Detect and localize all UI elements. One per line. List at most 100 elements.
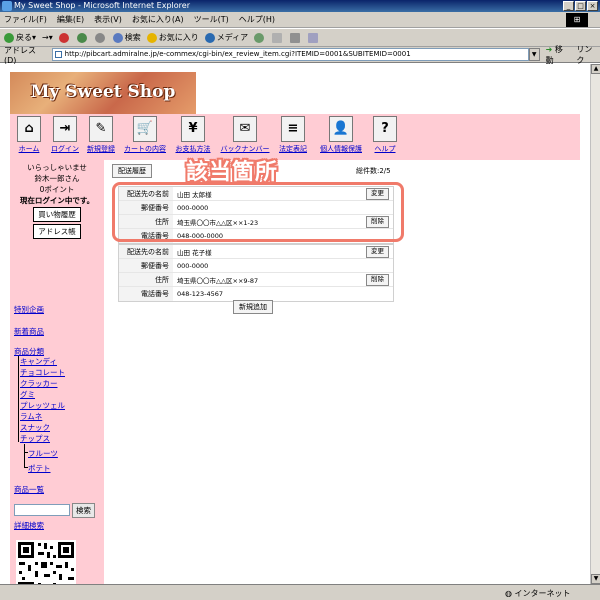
print-icon[interactable]	[290, 32, 302, 43]
nav-home[interactable]: ⌂ ホーム	[14, 116, 44, 154]
go-button[interactable]: ➜ 移動	[546, 44, 571, 66]
edit-icon[interactable]	[308, 32, 320, 43]
nav-login[interactable]: ⇥ ログイン	[48, 116, 82, 154]
home-icon: ⌂	[17, 116, 41, 142]
category-chocolate[interactable]: チョコレート	[20, 367, 65, 378]
home-icon	[94, 32, 105, 43]
close-button[interactable]: ×	[587, 1, 598, 11]
scroll-up-icon[interactable]: ▲	[591, 64, 600, 74]
entry-zip-value: 000-0000	[177, 261, 209, 270]
forward-button[interactable]: → ▾	[42, 33, 53, 42]
home-button[interactable]	[94, 32, 107, 43]
main-navigation: ⌂ ホーム ⇥ ログイン ✎ 新規登録 🛒 カートの内容 ¥ お支払方法 ✉ バックナンバー…	[10, 114, 580, 160]
highlight-box	[112, 182, 404, 242]
go-arrow-icon: ➜	[545, 44, 553, 54]
category-cracker[interactable]: クラッカー	[20, 378, 58, 389]
special-link[interactable]: 特別企画	[14, 304, 44, 315]
address-entry-2: 配送先の名前 山田 花子様 変更 郵便番号 000-0000 住所 埼玉県〇〇市△△区×…	[118, 244, 394, 302]
vertical-scrollbar[interactable]: ▲ ▼	[590, 64, 600, 584]
purchase-history-button[interactable]: 買い物履歴	[33, 207, 81, 222]
back-button[interactable]: 戻る ▾	[4, 32, 36, 43]
refresh-icon	[76, 32, 87, 43]
media-button[interactable]: メディア	[204, 32, 248, 43]
address-book-button[interactable]: アドレス帳	[33, 224, 81, 239]
entry-address-row: 住所 埼玉県〇〇市△△区××9-87 削除	[119, 273, 393, 287]
window-titlebar: My Sweet Shop - Microsoft Internet Explo…	[0, 0, 600, 12]
address-dropdown-button[interactable]: ▼	[528, 48, 540, 61]
advanced-search-link[interactable]: 詳細検索	[14, 520, 44, 531]
back-arrow-icon	[4, 32, 14, 43]
category-candy[interactable]: キャンディ	[20, 356, 57, 367]
points-text: 0ポイント	[39, 185, 75, 194]
search-input[interactable]	[14, 504, 70, 516]
document-icon: ≡	[281, 116, 305, 142]
edit-button[interactable]: 変更	[366, 246, 389, 258]
nav-legal[interactable]: ≡ 法定表記	[276, 116, 310, 154]
entry-address-value: 埼玉県〇〇市△△区××9-87	[177, 276, 259, 285]
new-items-link[interactable]: 新着商品	[14, 326, 44, 337]
security-zone: ◍ インターネット	[505, 589, 571, 598]
subcategory-fruit[interactable]: フルーツ	[28, 448, 58, 459]
subcategory-potato[interactable]: ポテト	[28, 463, 51, 474]
category-snack[interactable]: スナック	[20, 422, 50, 433]
menu-edit[interactable]: 編集(E)	[57, 14, 84, 25]
search-button[interactable]: 検索	[72, 503, 95, 518]
entry-phone-value: 048-123-4567	[177, 290, 224, 298]
menu-help[interactable]: ヘルプ(H)	[239, 14, 275, 25]
entry-zip-row: 郵便番号 000-0000	[119, 259, 393, 273]
entry-phone-row: 電話番号 048-123-4567	[119, 287, 393, 301]
favorites-button[interactable]: お気に入り	[146, 32, 199, 43]
user-name: 鈴木一郎さん	[34, 174, 80, 183]
minimize-button[interactable]: _	[563, 1, 574, 11]
ie-icon	[2, 1, 12, 11]
category-ramune[interactable]: ラムネ	[20, 411, 42, 422]
login-status: 現在ログイン中です。	[19, 196, 95, 205]
stop-icon	[58, 32, 69, 43]
add-new-button[interactable]: 新規追加	[233, 300, 273, 314]
tree-line	[18, 356, 19, 442]
window-title: My Sweet Shop - Microsoft Internet Explo…	[14, 1, 190, 10]
magazine-icon: ✉	[233, 116, 257, 142]
category-gummy[interactable]: グミ	[20, 389, 35, 400]
total-count: 総件数:2/5	[356, 167, 391, 175]
history-icon[interactable]	[254, 32, 266, 43]
sidebar: いらっしゃいませ 鈴木一郎さん 0ポイント 現在ログイン中です。 買い物履歴 ア…	[10, 160, 104, 584]
question-icon: ?	[373, 116, 397, 142]
nav-payment[interactable]: ¥ お支払方法	[172, 116, 214, 154]
product-list-link[interactable]: 商品一覧	[14, 484, 44, 495]
refresh-button[interactable]	[76, 32, 89, 43]
category-pretzel[interactable]: プレッツェル	[20, 400, 65, 411]
browser-toolbar: 戻る ▾ → ▾ 検索 お気に入り メディア	[0, 29, 600, 47]
category-chips[interactable]: チップス	[20, 433, 50, 444]
nav-register[interactable]: ✎ 新規登録	[84, 116, 118, 154]
stop-button[interactable]	[58, 32, 71, 43]
maximize-button[interactable]: □	[575, 1, 586, 11]
yen-icon: ¥	[181, 116, 205, 142]
entry-name-value: 山田 花子様	[177, 248, 212, 257]
page-viewport: My Sweet Shop ⌂ ホーム ⇥ ログイン ✎ 新規登録 🛒 カートの内容 ¥…	[0, 64, 590, 584]
nav-privacy[interactable]: 👤 個人情報保護	[314, 116, 368, 154]
delete-button[interactable]: 削除	[366, 274, 389, 286]
search-button[interactable]: 検索	[112, 32, 141, 43]
shop-logo[interactable]: My Sweet Shop	[10, 72, 196, 114]
annotation-label: 該当箇所	[186, 160, 279, 185]
links-button[interactable]: リンク	[576, 44, 600, 66]
menu-file[interactable]: ファイル(F)	[4, 14, 47, 25]
address-input[interactable]: http://pibcart.admiralne.jp/e-commex/cgi…	[51, 48, 529, 61]
media-icon	[204, 32, 215, 43]
qr-code-icon	[16, 540, 76, 584]
menu-view[interactable]: 表示(V)	[94, 14, 122, 25]
delivery-history-button[interactable]: 配送履歴	[112, 164, 152, 178]
status-bar: ◍ インターネット	[0, 584, 600, 600]
nav-help[interactable]: ? ヘルプ	[370, 116, 400, 154]
menu-bar: ファイル(F) 編集(E) 表示(V) お気に入り(A) ツール(T) ヘルプ(…	[0, 12, 600, 28]
menu-favorites[interactable]: お気に入り(A)	[132, 14, 184, 25]
globe-icon: ◍	[505, 589, 512, 598]
tree-line	[24, 444, 25, 468]
cart-icon: 🛒	[133, 116, 157, 142]
mail-icon[interactable]	[272, 32, 284, 43]
nav-backnumber[interactable]: ✉ バックナンバー	[218, 116, 272, 154]
nav-cart[interactable]: 🛒 カートの内容	[122, 116, 168, 154]
scroll-down-icon[interactable]: ▼	[591, 574, 600, 584]
menu-tools[interactable]: ツール(T)	[194, 14, 229, 25]
